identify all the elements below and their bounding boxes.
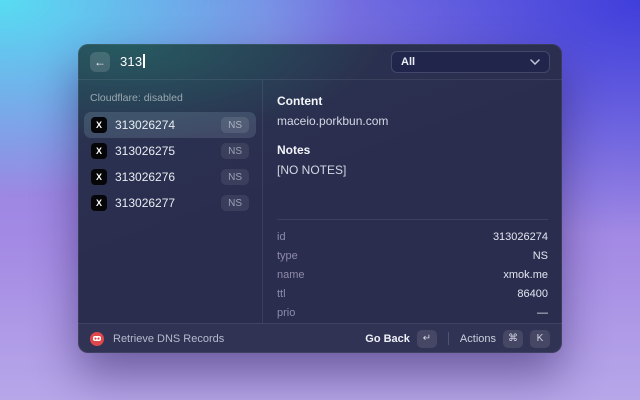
meta-value-name: xmok.me xyxy=(503,269,548,281)
meta-value-type: NS xyxy=(533,250,548,262)
record-type-badge: NS xyxy=(221,169,249,185)
search-input[interactable]: 313 xyxy=(120,53,145,71)
metadata-row: id 313026274 xyxy=(277,227,548,246)
notes-value: [NO NOTES] xyxy=(277,163,548,177)
list-item[interactable]: X 313026277 NS xyxy=(84,190,256,216)
record-type-badge: NS xyxy=(221,143,249,159)
notes-section: Notes [NO NOTES] xyxy=(277,143,548,177)
record-type-badge: NS xyxy=(221,117,249,133)
search-bar: ← 313 All xyxy=(78,44,562,80)
k-key-icon: K xyxy=(530,330,550,348)
x-favicon-icon: X xyxy=(91,195,107,211)
meta-label-id: id xyxy=(277,231,286,243)
meta-value-ttl: 86400 xyxy=(517,288,548,300)
back-button[interactable]: ← xyxy=(90,52,110,72)
x-favicon-icon: X xyxy=(91,143,107,159)
content-heading: Content xyxy=(277,94,548,108)
meta-label-type: type xyxy=(277,250,298,262)
metadata-row: prio — xyxy=(277,303,548,322)
meta-value-prio: — xyxy=(537,307,548,319)
command-title: Retrieve DNS Records xyxy=(113,333,224,345)
command-key-icon: ⌘ xyxy=(503,330,523,348)
go-back-button[interactable]: Go Back ↵ xyxy=(365,330,437,348)
text-caret xyxy=(143,54,145,68)
record-id-label: 313026277 xyxy=(115,196,175,210)
meta-label-ttl: ttl xyxy=(277,288,286,300)
meta-label-name: name xyxy=(277,269,305,281)
action-bar: Retrieve DNS Records Go Back ↵ Actions ⌘… xyxy=(78,323,562,353)
porkbun-app-icon xyxy=(90,332,104,346)
search-input-value: 313 xyxy=(120,54,142,69)
chevron-down-icon xyxy=(530,59,540,65)
metadata-row: name xmok.me xyxy=(277,265,548,284)
actions-label: Actions xyxy=(460,333,496,345)
launcher-window: ← 313 All Cloudflare: disabled X 3130262… xyxy=(78,44,562,353)
record-type-badge: NS xyxy=(221,195,249,211)
filter-dropdown[interactable]: All xyxy=(391,51,550,73)
meta-label-prio: prio xyxy=(277,307,295,319)
record-id-label: 313026274 xyxy=(115,118,175,132)
list-item[interactable]: X 313026275 NS xyxy=(84,138,256,164)
record-id-label: 313026276 xyxy=(115,170,175,184)
meta-value-id: 313026274 xyxy=(493,231,548,243)
list-section-label: Cloudflare: disabled xyxy=(84,85,256,112)
x-favicon-icon: X xyxy=(91,169,107,185)
filter-dropdown-value: All xyxy=(401,56,415,68)
metadata-row: ttl 86400 xyxy=(277,284,548,303)
content-value: maceio.porkbun.com xyxy=(277,114,548,128)
pig-snout-icon xyxy=(93,336,101,342)
go-back-label: Go Back xyxy=(365,333,410,345)
metadata-row: type NS xyxy=(277,246,548,265)
content-section: Content maceio.porkbun.com xyxy=(277,94,548,128)
return-key-icon: ↵ xyxy=(417,330,437,348)
notes-heading: Notes xyxy=(277,143,548,157)
list-item[interactable]: X 313026274 NS xyxy=(84,112,256,138)
x-favicon-icon: X xyxy=(91,117,107,133)
footer-divider xyxy=(448,332,449,345)
list-item[interactable]: X 313026276 NS xyxy=(84,164,256,190)
results-list: Cloudflare: disabled X 313026274 NS X 31… xyxy=(78,80,263,323)
detail-panel: Content maceio.porkbun.com Notes [NO NOT… xyxy=(263,80,562,323)
back-arrow-icon: ← xyxy=(94,55,106,69)
actions-button[interactable]: Actions ⌘ K xyxy=(460,330,550,348)
footer-actions: Go Back ↵ Actions ⌘ K xyxy=(365,330,550,348)
window-body: Cloudflare: disabled X 313026274 NS X 31… xyxy=(78,80,562,323)
record-id-label: 313026275 xyxy=(115,144,175,158)
metadata-table: id 313026274 type NS name xmok.me ttl 86… xyxy=(277,219,548,322)
